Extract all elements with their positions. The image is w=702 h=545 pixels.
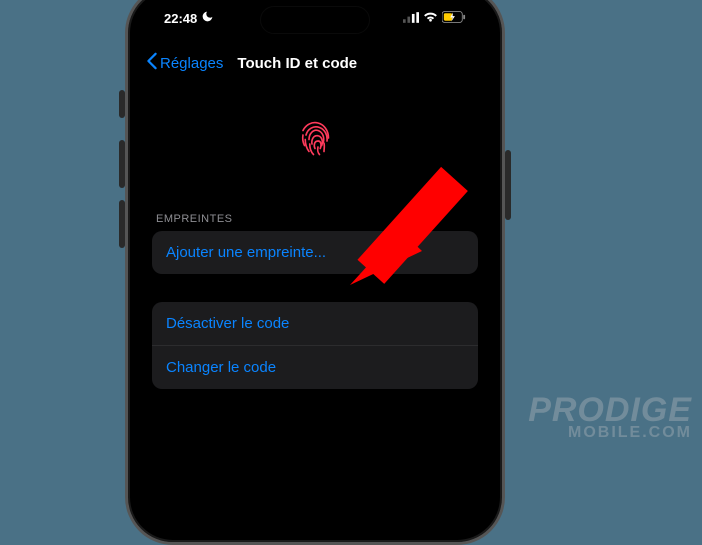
disable-code-button[interactable]: Désactiver le code (152, 302, 478, 346)
page-title: Touch ID et code (237, 55, 357, 72)
change-code-button[interactable]: Changer le code (152, 346, 478, 389)
fingerprints-group: Ajouter une empreinte... (152, 231, 478, 274)
watermark: PRODIGE MOBILE.COM (528, 395, 692, 440)
cellular-icon (403, 11, 419, 26)
section-header-fingerprints: EMPREINTES (140, 213, 490, 231)
back-label: Réglages (160, 55, 223, 72)
watermark-line2: MOBILE.COM (528, 426, 692, 440)
back-button[interactable]: Réglages (146, 52, 223, 74)
moon-icon (201, 10, 214, 26)
navigation-bar: Réglages Touch ID et code (140, 42, 490, 84)
dynamic-island (260, 6, 370, 34)
wifi-icon (423, 11, 438, 26)
passcode-group: Désactiver le code Changer le code (152, 302, 478, 389)
watermark-line1: PRODIGE (528, 395, 692, 426)
battery-icon (442, 11, 466, 26)
phone-power-button (505, 150, 511, 220)
status-time: 22:48 (164, 11, 197, 26)
fingerprint-icon (291, 114, 339, 167)
phone-screen: 22:48 Ré (140, 0, 490, 530)
add-fingerprint-button[interactable]: Ajouter une empreinte... (152, 231, 478, 274)
phone-frame: 22:48 Ré (125, 0, 505, 545)
fingerprint-hero (140, 86, 490, 213)
chevron-left-icon (146, 52, 158, 74)
